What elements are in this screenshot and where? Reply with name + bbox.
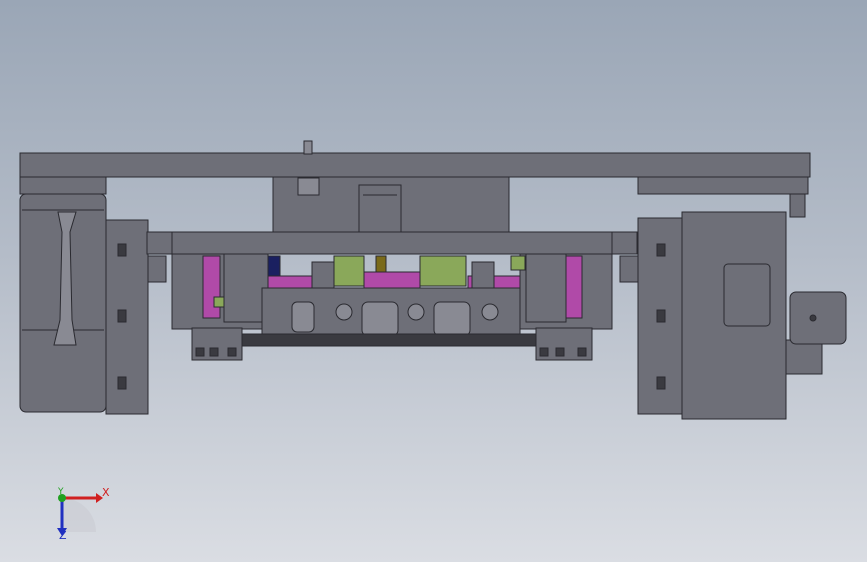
left-hub: [105, 219, 149, 415]
gearbox-cover: [723, 263, 771, 327]
right-hub-collar: [619, 255, 639, 283]
motor-shaft: [789, 291, 847, 345]
z-axis-label: Z: [59, 529, 67, 542]
right-bracket: [637, 176, 809, 195]
top-beam: [19, 152, 811, 178]
motor-flange: [785, 339, 823, 375]
center-bolt: [297, 177, 320, 196]
left-bracket: [19, 176, 107, 195]
top-bolt: [303, 140, 313, 155]
left-cylinder: [223, 253, 269, 323]
assembly-drawing: [19, 140, 847, 536]
right-bracket-lip: [789, 193, 806, 218]
x-axis-label: X: [102, 486, 110, 499]
left-hub-collar: [147, 255, 167, 283]
mid-plate: [146, 231, 638, 255]
right-cylinder: [525, 253, 567, 323]
y-axis-label: Y: [58, 487, 64, 497]
cad-viewport[interactable]: X Y Z: [0, 0, 867, 562]
center-slot: [358, 184, 402, 234]
shaft-screw: [809, 314, 817, 322]
